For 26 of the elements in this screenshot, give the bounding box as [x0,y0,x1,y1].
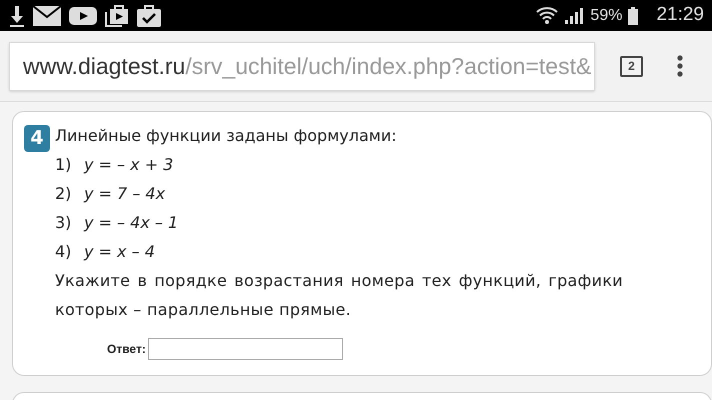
address-field[interactable]: www.diagtest.ru/srv_uchitel/uch/index.php?action=test& [9,42,595,90]
media-bag-icon [104,4,130,28]
tab-count-button[interactable]: 2 [620,56,643,76]
question-text: Укажите в порядке возрастания номера тех функций, графики которых – параллельные прямые. [55,270,623,321]
battery-icon [628,6,638,24]
menu-icon[interactable] [677,55,683,77]
formula: y = x – 4 [84,241,155,263]
wifi-icon [536,6,558,24]
formula: y = – x + 3 [84,154,174,176]
play-icon [68,4,98,26]
clock: 21:29 [656,3,704,28]
formula-index: 1) [55,154,72,176]
formula: y = 7 – 4x [84,183,166,205]
checked-bag-icon [136,4,162,28]
answer-field[interactable] [148,338,343,360]
formula-index: 3) [55,212,72,234]
task-number: 4 [24,125,50,152]
formula-index: 2) [55,183,72,205]
answer-label: Ответ: [107,341,146,358]
mail-icon [32,4,62,26]
formula-index: 4) [55,241,72,263]
download-icon [8,4,26,28]
battery-percent: 59% [590,6,622,26]
formula: y = – 4x – 1 [84,212,178,234]
signal-icon [564,6,584,24]
task-intro: Линейные функции заданы формулами: [55,125,398,147]
